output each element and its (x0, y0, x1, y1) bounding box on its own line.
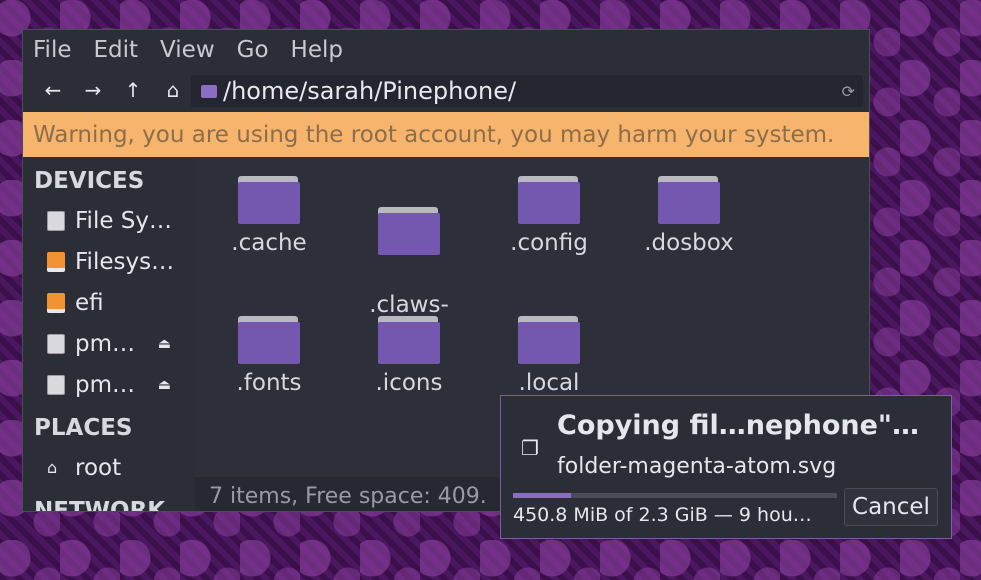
folder-name: .dosbox (644, 230, 734, 256)
menubar: File Edit View Go Help (23, 30, 869, 70)
drive-orange-icon (47, 292, 65, 313)
location-path[interactable]: /home/sarah/Pinephone/ (223, 77, 842, 105)
location-bar[interactable]: /home/sarah/Pinephone/ ⟳ (191, 75, 863, 107)
root-warning-banner: Warning, you are using the root account,… (23, 112, 869, 157)
eject-icon[interactable]: ⏏ (158, 336, 171, 352)
folder-icon (518, 176, 580, 224)
home-icon[interactable]: ⌂ (153, 78, 193, 102)
disk-icon (47, 210, 65, 231)
forward-arrow-icon[interactable]: → (73, 78, 113, 102)
progress-fill (513, 493, 572, 498)
menu-edit[interactable]: Edit (94, 37, 139, 63)
menu-go[interactable]: Go (237, 37, 269, 63)
sidebar-item-label: File Sy… (75, 207, 173, 234)
folder-icon (238, 316, 300, 364)
folder-item[interactable]: .dosbox (629, 158, 749, 259)
sidebar-item-pm-1[interactable]: pm… ⏏ (23, 323, 193, 364)
progress-detail: 450.8 MiB of 2.3 GiB — 9 hou… (513, 504, 812, 526)
drive-orange-icon (47, 251, 65, 272)
folder-icon (378, 316, 440, 364)
sidebar-item-label: efi (75, 289, 104, 316)
sidebar-item-label: pm… (75, 371, 136, 398)
up-arrow-icon[interactable]: ↑ (113, 78, 153, 102)
disk-icon (47, 333, 65, 354)
sidebar-item-root[interactable]: ⌂ root (23, 447, 193, 488)
folder-item[interactable]: .local (489, 298, 609, 399)
sidebar-item-label: root (75, 454, 122, 481)
folder-icon (378, 207, 440, 255)
folder-name: .cache (231, 230, 307, 256)
copy-progress-dialog: ❐ Copying fil…nephone"… folder-magenta-a… (500, 395, 952, 539)
folder-item[interactable]: .config (489, 158, 609, 259)
folder-icon (238, 176, 300, 224)
sidebar-item-label: Filesys… (75, 248, 175, 275)
reload-icon[interactable]: ⟳ (842, 82, 855, 101)
folder-icon (658, 176, 720, 224)
sidebar-item-label: pm… (75, 330, 136, 357)
sidebar-item-filesystem[interactable]: File Sy… (23, 200, 193, 241)
folder-item[interactable]: .fonts (209, 298, 329, 399)
sidebar-item-efi[interactable]: efi (23, 282, 193, 323)
folder-item[interactable]: .icons (349, 298, 469, 399)
cancel-button[interactable]: Cancel (844, 488, 938, 526)
sidebar: DEVICES File Sy… Filesys… efi pm… ⏏ pm… … (23, 158, 193, 512)
sidebar-item-filesystem-2[interactable]: Filesys… (23, 241, 193, 282)
folder-name: .config (510, 230, 588, 256)
menu-view[interactable]: View (160, 37, 215, 63)
folder-item[interactable]: .cache (209, 158, 329, 259)
sidebar-item-pm-2[interactable]: pm… ⏏ (23, 364, 193, 405)
folder-icon (518, 316, 580, 364)
folder-name: .fonts (236, 370, 302, 396)
devices-heading: DEVICES (34, 168, 145, 194)
home-icon: ⌂ (47, 457, 58, 477)
menu-file[interactable]: File (33, 37, 72, 63)
back-arrow-icon[interactable]: ← (33, 78, 73, 102)
network-heading: NETWORK (34, 498, 166, 512)
eject-icon[interactable]: ⏏ (158, 377, 171, 393)
current-file: folder-magenta-atom.svg (557, 454, 837, 479)
copy-icon: ❐ (521, 436, 539, 460)
progress-bar (513, 493, 837, 498)
disk-icon (47, 374, 65, 395)
dialog-title: Copying fil…nephone"… (557, 410, 919, 441)
folder-name: .icons (375, 370, 443, 396)
folder-icon (201, 84, 217, 98)
places-heading: PLACES (34, 415, 133, 441)
menu-help[interactable]: Help (291, 37, 343, 63)
